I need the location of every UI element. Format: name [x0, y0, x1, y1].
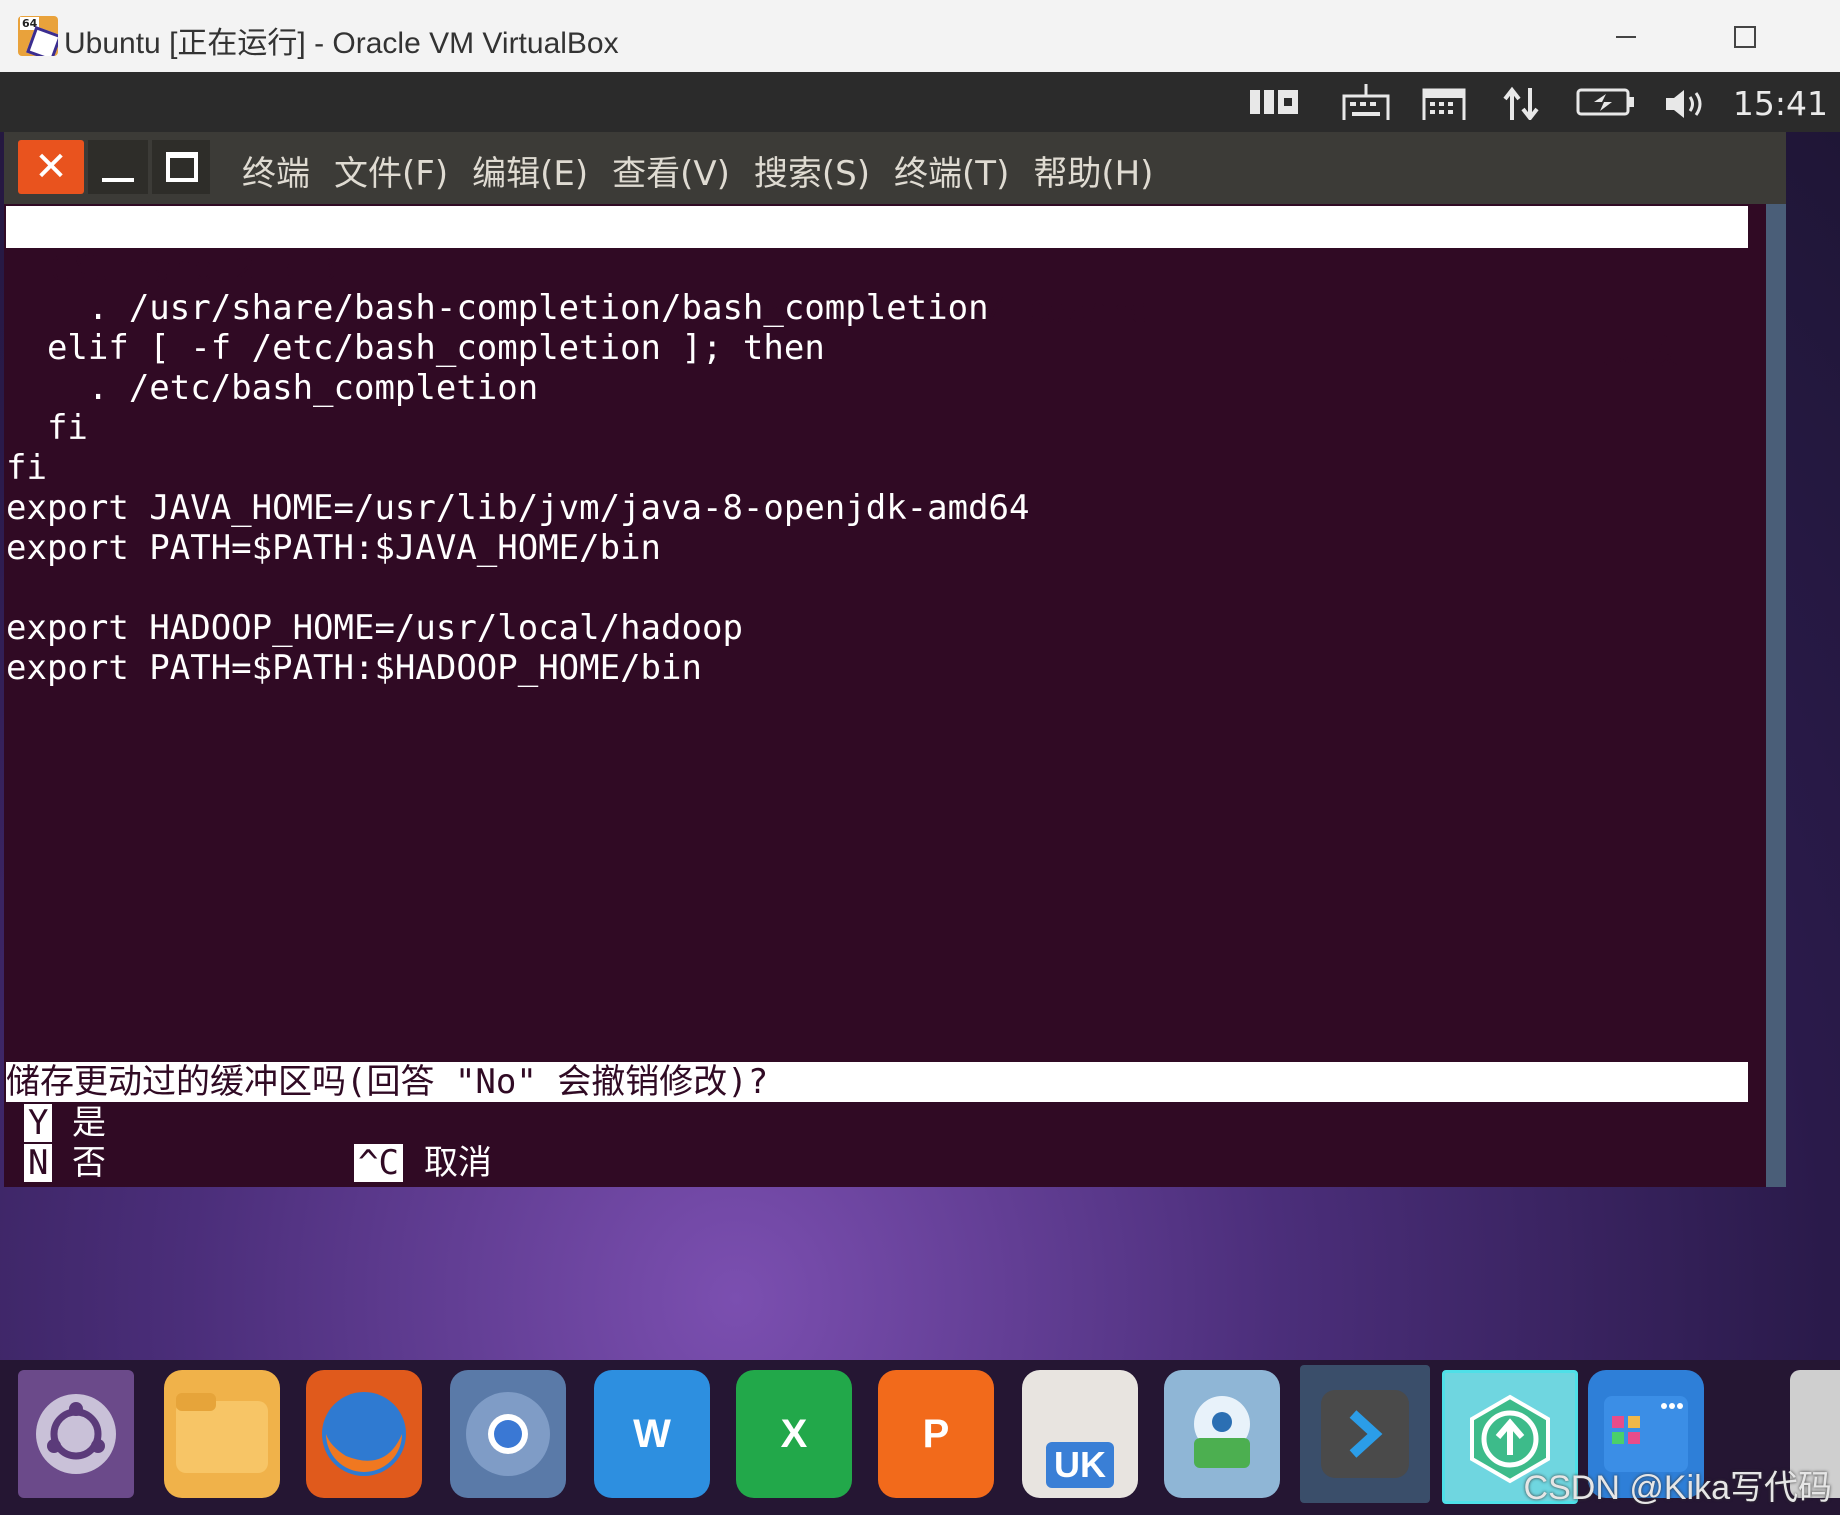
- close-button[interactable]: ✕: [18, 140, 84, 194]
- nano-modified-status: 已更改: [1576, 333, 1678, 373]
- terminal-content[interactable]: GNU nano 2.5.3 文件： /home/hadoop/.bashrc …: [4, 204, 1766, 1187]
- uk-label: UK: [1046, 1442, 1114, 1488]
- menu-edit[interactable]: 编辑(E): [472, 146, 588, 195]
- wps-spreadsheet-icon[interactable]: X: [736, 1370, 852, 1498]
- files-folder-icon[interactable]: [164, 1370, 280, 1498]
- no-label: 否: [72, 1143, 106, 1183]
- code-line: fi: [6, 408, 88, 448]
- code-line: . /etc/bash_completion: [6, 368, 539, 408]
- updown-arrows-icon[interactable]: [1502, 84, 1542, 120]
- code-line: export PATH=$PATH:$HADOOP_HOME/bin: [6, 648, 702, 688]
- menu-view[interactable]: 查看(V): [612, 146, 730, 195]
- menu-file[interactable]: 文件(F): [334, 146, 448, 195]
- code-line: export HADOOP_HOME=/usr/local/hadoop: [6, 608, 743, 648]
- keyboard-icon[interactable]: [1342, 84, 1390, 120]
- code-line: . /usr/share/bash-completion/bash_comple…: [6, 288, 989, 328]
- maximize-button[interactable]: [152, 140, 210, 194]
- code-line: elif [ -f /etc/bash_completion ]; then: [6, 328, 825, 368]
- calendar-icon[interactable]: [1422, 84, 1466, 120]
- terminal-window: ✕ 终端 文件(F) 编辑(E) 查看(V) 搜索(S) 终端(T) 帮助(H)…: [4, 132, 1786, 1187]
- menu-app[interactable]: 终端: [242, 146, 310, 195]
- watermark: CSDN @Kika写代码: [1523, 1469, 1832, 1507]
- terminal-icon[interactable]: [1300, 1365, 1430, 1503]
- cancel-label: 取消: [424, 1143, 492, 1183]
- maximize-window-button[interactable]: [1722, 14, 1766, 58]
- app-store-icon[interactable]: [1164, 1370, 1280, 1498]
- wps-presentation-icon[interactable]: P: [878, 1370, 994, 1498]
- code-line: export PATH=$PATH:$JAVA_HOME/bin: [6, 528, 662, 568]
- volume-icon[interactable]: [1662, 84, 1712, 120]
- virtualbox-title-bar: 64 Ubuntu [正在运行] - Oracle VM VirtualBox: [0, 0, 1840, 73]
- panel-clock[interactable]: 15:41: [1733, 84, 1828, 123]
- virtualbox-logo-icon: 64: [18, 16, 58, 56]
- menu-terminal[interactable]: 终端(T): [894, 146, 1009, 195]
- window-title: Ubuntu [正在运行] - Oracle VM VirtualBox: [64, 27, 619, 60]
- minimize-button[interactable]: [88, 140, 148, 194]
- battery-icon[interactable]: [1576, 84, 1636, 120]
- software-center-icon[interactable]: UK: [1022, 1370, 1138, 1498]
- network-transfer-icon[interactable]: [1248, 84, 1300, 120]
- no-key[interactable]: N: [24, 1144, 53, 1182]
- terminal-menubar: 终端 文件(F) 编辑(E) 查看(V) 搜索(S) 终端(T) 帮助(H): [242, 146, 1177, 195]
- nano-version: GNU nano 2.5.3: [50, 249, 337, 289]
- chromium-icon[interactable]: [450, 1370, 566, 1498]
- minimize-window-button[interactable]: [1604, 14, 1648, 58]
- terminal-scrollbar[interactable]: [1766, 204, 1786, 1187]
- menu-help[interactable]: 帮助(H): [1033, 146, 1153, 195]
- terminal-title-bar: ✕ 终端 文件(F) 编辑(E) 查看(V) 搜索(S) 终端(T) 帮助(H): [4, 132, 1786, 204]
- cancel-key[interactable]: ^C: [354, 1144, 403, 1182]
- yes-label: 是: [72, 1103, 106, 1143]
- save-prompt: 储存更动过的缓冲区吗(回答 "No" 会撤销修改)?: [6, 1062, 1748, 1102]
- firefox-icon[interactable]: [306, 1370, 422, 1498]
- code-line: fi: [6, 448, 47, 488]
- menu-search[interactable]: 搜索(S): [754, 146, 870, 195]
- nano-header-bar: GNU nano 2.5.3 文件： /home/hadoop/.bashrc …: [6, 206, 1748, 373]
- wps-writer-icon[interactable]: W: [594, 1370, 710, 1498]
- code-line: export JAVA_HOME=/usr/lib/jvm/java-8-ope…: [6, 488, 1030, 528]
- yes-key[interactable]: Y: [24, 1104, 53, 1142]
- ubuntu-top-panel: 15:41: [0, 72, 1840, 132]
- ubuntu-logo-icon[interactable]: [18, 1370, 134, 1498]
